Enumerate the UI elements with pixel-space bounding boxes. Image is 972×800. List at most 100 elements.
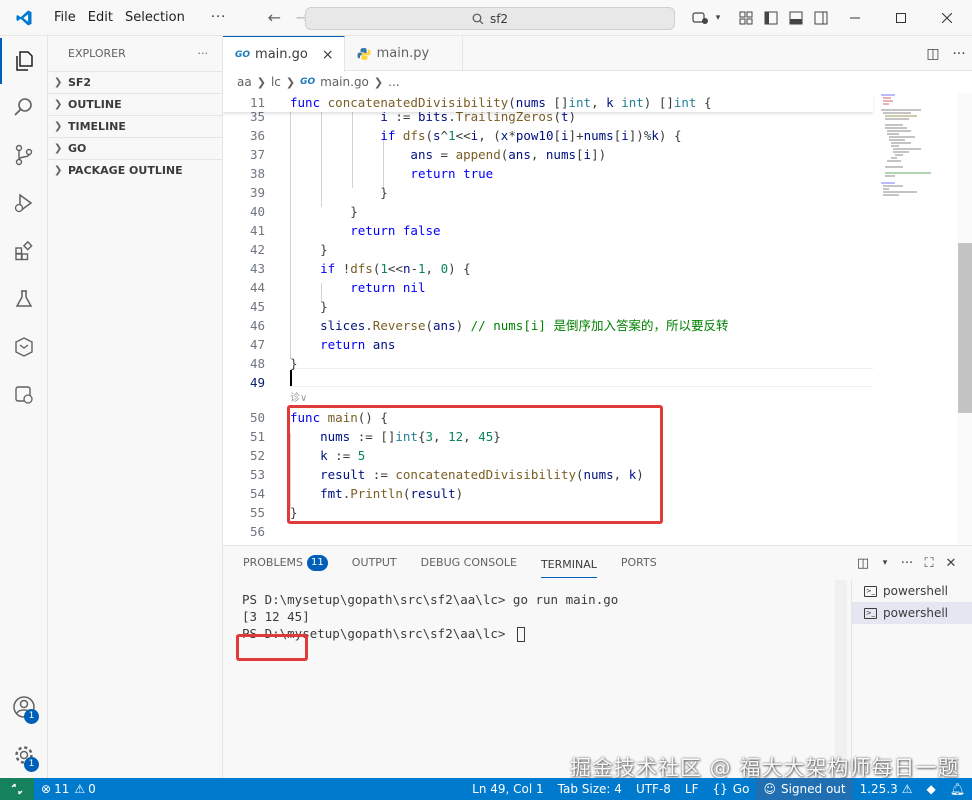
section-go[interactable]: ❯ GO [48, 137, 222, 159]
line-number: 55 [249, 505, 265, 520]
section-outline[interactable]: ❯ OUTLINE [48, 93, 222, 115]
bottom-panel: PROBLEMS 11 OUTPUT DEBUG CONSOLE TERMINAL… [223, 545, 972, 779]
status-bar: ⊗ 11 ⚠ 0 Ln 49, Col 1 Tab Size: 4 UTF-8 … [0, 778, 972, 800]
code-text: ans = append(ans, nums[i]) [410, 147, 607, 162]
tab-debug-console[interactable]: DEBUG CONSOLE [421, 546, 517, 580]
vscode-logo-icon [0, 0, 48, 36]
accounts-icon[interactable]: 1 [0, 684, 48, 730]
section-sf2[interactable]: ❯ SF2 [48, 71, 222, 93]
terminal-instance-active[interactable]: >_ powershell [852, 602, 972, 624]
code-line: 36 if dfs(s^1<<i, (x*pow10[i]+nums[i])%k… [223, 126, 873, 145]
tab-problems[interactable]: PROBLEMS 11 [243, 546, 328, 580]
copilot-icon[interactable] [688, 0, 713, 36]
close-window-icon[interactable] [924, 0, 970, 36]
copilot-agent-icon[interactable] [0, 324, 48, 370]
text-cursor [290, 370, 292, 386]
error-count: 11 [54, 782, 70, 796]
terminal-list: >_ powershell >_ powershell [851, 580, 972, 779]
testing-flask-icon[interactable] [0, 276, 48, 322]
command-center-search[interactable]: sf2 [305, 7, 675, 30]
tab-terminal[interactable]: TERMINAL [540, 552, 597, 578]
notifications-bell-icon[interactable]: 🔔︎ [943, 778, 972, 800]
tab-main-go[interactable]: GO main.go × [223, 36, 345, 72]
explorer-title: EXPLORER [68, 47, 126, 60]
explorer-more-button[interactable]: ··· [198, 47, 209, 60]
source-control-icon[interactable] [0, 132, 48, 178]
line-number: 41 [249, 223, 265, 238]
line-number: 48 [249, 356, 265, 371]
explorer-icon[interactable] [0, 38, 48, 84]
go-version[interactable]: 1.25.3 ⚠ [853, 778, 920, 800]
breadcrumb-aa[interactable]: aa [237, 75, 252, 89]
breadcrumb-file[interactable]: main.go [320, 75, 369, 89]
copilot-icon[interactable]: ◆ [920, 778, 943, 800]
line-number: 51 [249, 429, 265, 444]
copilot-dropdown-icon[interactable]: ▾ [713, 0, 723, 36]
explorer-sidebar: EXPLORER ··· ❯ SF2 ❯ OUTLINE ❯ TIMELINE ❯ GO… [48, 36, 223, 778]
menu-more[interactable]: ··· [205, 0, 232, 36]
menu-file[interactable]: File [48, 0, 82, 36]
breadcrumb-separator-icon: ❯ [285, 75, 296, 89]
toggle-panel-icon[interactable] [783, 0, 808, 36]
search-icon[interactable] [0, 84, 48, 130]
terminal-output[interactable]: PS D:\mysetup\gopath\src\sf2\aa\lc> go r… [223, 580, 843, 779]
code-text: if dfs(s^1<<i, (x*pow10[i]+nums[i])%k) { [380, 128, 682, 143]
maximize-panel-icon[interactable]: ⛶ [918, 556, 940, 571]
remote-indicator-icon[interactable] [0, 778, 34, 800]
close-tab-icon[interactable]: × [322, 47, 334, 63]
code-line: 40 } [223, 202, 873, 221]
editor-scrollbar[interactable] [958, 93, 972, 545]
editor-scroll-thumb[interactable] [958, 243, 972, 413]
remote-explorer-icon[interactable] [0, 372, 48, 418]
run-debug-icon[interactable] [0, 180, 48, 226]
terminal-scrollbar[interactable] [835, 580, 847, 779]
menu-selection[interactable]: Selection [119, 0, 191, 36]
breadcrumb-symbol[interactable]: ... [388, 75, 399, 89]
main-function-highlight [287, 405, 663, 524]
search-text: sf2 [489, 11, 509, 26]
line-number: 53 [249, 467, 265, 482]
account-status[interactable]: ☺ Signed out [756, 778, 853, 800]
terminal-prompt: PS D:\mysetup\gopath\src\sf2\aa\lc> [242, 625, 843, 642]
terminal-more-icon[interactable]: ··· [896, 556, 918, 571]
breadcrumb-lc[interactable]: lc [271, 75, 281, 89]
language-mode[interactable]: {} Go [706, 778, 757, 800]
more-actions-icon[interactable]: ··· [946, 46, 972, 62]
extensions-icon[interactable] [0, 228, 48, 274]
panel-actions: ◫ ▾ ··· ⛶ ✕ [852, 546, 962, 580]
code-editor[interactable]: 11 func concatenatedDivisibility(nums []i… [223, 93, 972, 545]
menu-edit[interactable]: Edit [82, 0, 119, 36]
codelens-hint[interactable]: 诊∨ [290, 389, 307, 404]
end-of-line[interactable]: LF [678, 778, 706, 800]
toggle-secondary-sidebar-icon[interactable] [808, 0, 833, 36]
maximize-icon[interactable] [878, 0, 924, 36]
terminal-instance[interactable]: >_ powershell [852, 580, 972, 602]
tab-label: main.py [376, 46, 430, 61]
tab-main-py[interactable]: main.py [345, 36, 463, 71]
problems-status[interactable]: ⊗ 11 ⚠ 0 [34, 778, 103, 800]
close-panel-icon[interactable]: ✕ [940, 556, 962, 571]
line-number: 47 [249, 337, 265, 352]
split-editor-icon[interactable]: ◫ [920, 46, 946, 62]
split-terminal-icon[interactable]: ◫ [852, 556, 874, 571]
tab-size[interactable]: Tab Size: 4 [551, 778, 629, 800]
line-number: 49 [249, 375, 265, 390]
minimize-icon[interactable] [832, 0, 878, 36]
back-arrow-icon[interactable]: ← [260, 8, 288, 27]
minimap[interactable] [881, 93, 953, 213]
terminal-dropdown-icon[interactable]: ▾ [874, 558, 896, 568]
cursor-position[interactable]: Ln 49, Col 1 [465, 778, 551, 800]
manage-gear-icon[interactable]: 1 [0, 732, 48, 778]
python-file-icon [357, 47, 371, 60]
code-text: slices.Reverse(ans) // nums[i] 是倒序加入答案的，… [320, 318, 729, 333]
tab-output[interactable]: OUTPUT [352, 546, 397, 580]
tab-ports[interactable]: PORTS [621, 546, 657, 580]
section-package-outline[interactable]: ❯ PACKAGE OUTLINE [48, 159, 222, 181]
toggle-primary-sidebar-icon[interactable] [758, 0, 783, 36]
output-highlight [236, 634, 308, 661]
search-icon [472, 13, 484, 24]
encoding[interactable]: UTF-8 [629, 778, 678, 800]
section-timeline[interactable]: ❯ TIMELINE [48, 115, 222, 137]
customize-layout-icon[interactable] [733, 0, 758, 36]
chevron-right-icon: ❯ [54, 99, 63, 110]
